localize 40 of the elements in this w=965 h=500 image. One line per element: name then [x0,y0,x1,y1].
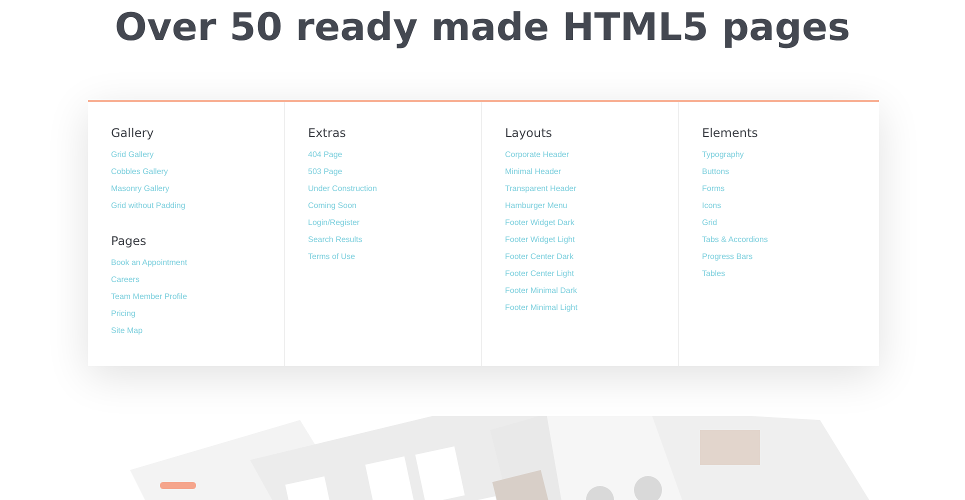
menu-link[interactable]: Footer Widget Dark [505,214,574,231]
group-title: Extras [308,125,346,142]
menu-link[interactable]: 503 Page [308,163,342,180]
menu-link[interactable]: Hamburger Menu [505,197,568,214]
menu-link[interactable]: Team Member Profile [111,288,188,305]
menu-link[interactable]: Progress Bars [702,248,753,265]
group-title: Pages [111,233,146,250]
group-title: Layouts [505,125,552,142]
menu-link[interactable]: Buttons [702,163,730,180]
menu-link[interactable]: Careers [111,271,140,288]
menu-link[interactable]: 404 Page [308,146,342,163]
menu-link[interactable]: Site Map [111,322,143,339]
menu-link[interactable]: Corporate Header [505,146,570,163]
menu-link[interactable]: Footer Center Dark [505,248,574,265]
menu-link[interactable]: Footer Widget Light [505,231,575,248]
group-title: Elements [702,125,758,142]
menu-link[interactable]: Typography [702,146,744,163]
menu-link[interactable]: Book an Appointment [111,254,188,271]
menu-link[interactable]: Forms [702,180,725,197]
menu-link[interactable]: Coming Soon [308,197,356,214]
menu-link[interactable]: Masonry Gallery [111,180,170,197]
group-title: Gallery [111,125,154,142]
menu-link[interactable]: Icons [702,197,722,214]
menu-link[interactable]: Grid [702,214,718,231]
menu-link[interactable]: Footer Center Light [505,265,574,282]
menu-link[interactable]: Login/Register [308,214,360,231]
menu-link[interactable]: Tables [702,265,726,282]
menu-link[interactable]: Terms of Use [308,248,356,265]
menu-link[interactable]: Transparent Header [505,180,576,197]
menu-link[interactable]: Grid Gallery [111,146,154,163]
menu-link[interactable]: Cobbles Gallery [111,163,168,180]
menu-link[interactable]: Search Results [308,231,362,248]
menu-link[interactable]: Grid without Padding [111,197,186,214]
menu-link[interactable]: Footer Minimal Dark [505,282,578,299]
menu-link[interactable]: Under Construction [308,180,377,197]
page-heading: Over 50 ready made HTML5 pages [114,4,852,51]
menu-link[interactable]: Pricing [111,305,136,322]
menu-link[interactable]: Footer Minimal Light [505,299,578,316]
menu-link[interactable]: Tabs & Accordions [702,231,768,248]
menu-link[interactable]: Minimal Header [505,163,562,180]
